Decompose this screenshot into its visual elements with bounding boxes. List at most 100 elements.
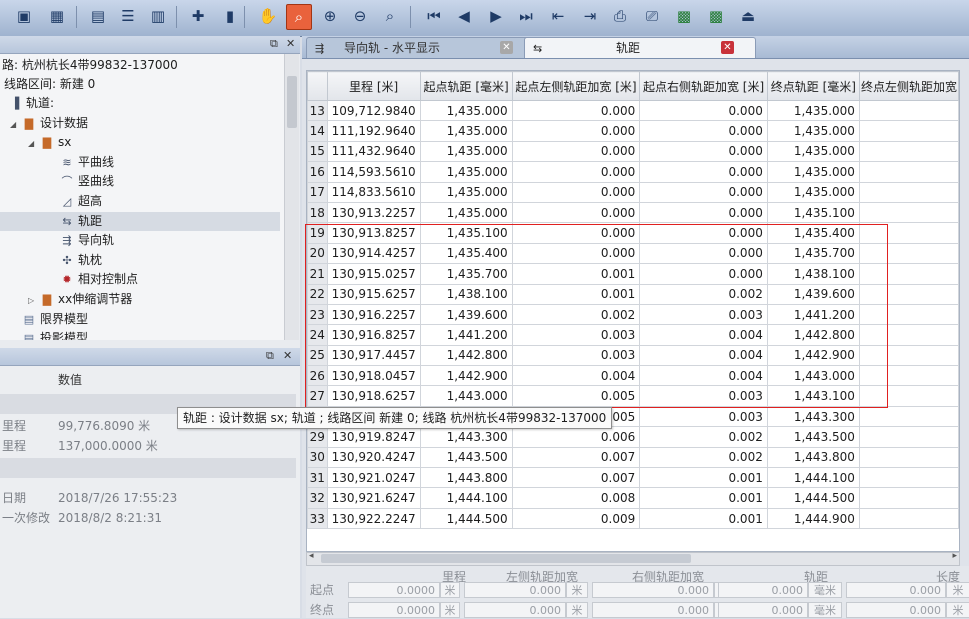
print-icon[interactable]: ⎙ <box>608 4 632 28</box>
table-row[interactable]: 18 130,913.2257 1,435.000 0.000 0.000 1,435.1… <box>307 201 959 224</box>
form-input-length[interactable]: 0.000 <box>846 602 946 618</box>
property-row[interactable]: 日期 2018/7/26 17:55:23 <box>0 488 296 508</box>
table-row[interactable]: 21 130,915.0257 1,435.700 0.001 0.000 1,438.1… <box>307 263 959 285</box>
tree-item[interactable]: ▷ ▇ xx伸缩调节器 <box>0 290 280 309</box>
table-cell[interactable]: 0.000 <box>511 181 641 203</box>
close-icon[interactable]: ✕ <box>500 41 513 54</box>
insert-row-icon[interactable]: ⇤ <box>546 4 570 28</box>
table-cell[interactable]: 130,916.8257 <box>326 324 421 346</box>
table-cell[interactable]: 0.003 <box>639 385 768 407</box>
table-cell[interactable]: 0.005 <box>511 385 641 407</box>
close-icon[interactable]: ✕ <box>286 37 295 50</box>
table-cell[interactable]: 0.000 <box>639 201 768 224</box>
table-cell[interactable]: 1,443.300 <box>419 426 513 448</box>
tree-item[interactable]: ◢ ▇ sx <box>0 133 280 152</box>
table-cell[interactable]: 0.000 <box>511 161 641 183</box>
prev-icon[interactable]: ◀ <box>452 4 476 28</box>
exit-icon[interactable]: ⏏ <box>736 4 760 28</box>
form-input-right[interactable]: 0.000 <box>592 582 714 598</box>
table-cell[interactable]: 114,833.5610 <box>326 181 421 203</box>
table-cell[interactable]: 0.000 <box>511 222 641 244</box>
table-cell[interactable]: 0.007 <box>511 446 641 469</box>
table-cell[interactable]: 1,443.800 <box>419 467 513 489</box>
property-row[interactable]: 一次修改 2018/8/2 8:21:31 <box>0 508 296 528</box>
table-cell[interactable]: 0.004 <box>639 365 768 387</box>
table-cell[interactable] <box>858 283 959 305</box>
table-cell[interactable]: 0.006 <box>511 426 641 448</box>
close-icon[interactable]: ✕ <box>283 349 292 362</box>
table-cell[interactable]: 1,435.000 <box>766 140 860 163</box>
table-cell[interactable]: 109,712.9840 <box>326 99 421 122</box>
table-cell[interactable]: 1,438.100 <box>766 263 860 285</box>
column-header[interactable]: 起点右侧轨距加宽 [米] <box>639 71 768 101</box>
form-input-gauge[interactable]: 0.000 <box>718 582 808 598</box>
tree-item[interactable]: ⌒ 竖曲线 <box>0 172 280 191</box>
column-header[interactable]: 里程 [米] <box>326 71 421 101</box>
table-cell[interactable]: 130,913.8257 <box>326 222 421 244</box>
next-icon[interactable]: ▶ <box>484 4 508 28</box>
table-cell[interactable]: 1,443.300 <box>766 405 860 428</box>
column-header[interactable]: 终点左侧轨距加宽 <box>858 71 959 101</box>
table-cell[interactable]: 0.007 <box>511 467 641 489</box>
table-cell[interactable]: 130,916.2257 <box>326 303 421 326</box>
table-cell[interactable]: 0.003 <box>511 344 641 367</box>
table-cell[interactable]: 1,435.000 <box>766 161 860 183</box>
window-icon[interactable]: ▤ <box>86 4 110 28</box>
zoom-fit-icon[interactable]: ⌕ <box>378 4 402 28</box>
form-input-mileage[interactable]: 0.0000 <box>348 602 440 618</box>
tab-gauge[interactable]: ⇆ 轨距 ✕ <box>524 37 756 58</box>
table-cell[interactable]: 1,441.200 <box>419 324 513 346</box>
table-cell[interactable] <box>858 181 959 203</box>
table-cell[interactable] <box>858 426 959 448</box>
table-cell[interactable]: 0.001 <box>639 507 768 530</box>
table-cell[interactable]: 0.000 <box>639 140 768 163</box>
table-cell[interactable]: 0.000 <box>511 99 641 122</box>
tree-item[interactable]: ◿ 超高 <box>0 192 280 211</box>
table-cell[interactable]: 1,439.600 <box>766 283 860 305</box>
column-header[interactable]: 起点左侧轨距加宽 [米] <box>511 71 641 101</box>
table-row[interactable]: 15 111,432.9640 1,435.000 0.000 0.000 1,435.0… <box>307 140 959 163</box>
grid-save-icon[interactable]: ▦ <box>45 4 69 28</box>
form-input-mileage[interactable]: 0.0000 <box>348 582 440 598</box>
table-cell[interactable]: 1,442.900 <box>419 365 513 387</box>
table-cell[interactable] <box>858 385 959 407</box>
table-row[interactable]: 16 114,593.5610 1,435.000 0.000 0.000 1,435.0… <box>307 161 959 183</box>
property-row[interactable]: 里程 137,000.0000 米 <box>0 436 296 456</box>
table-cell[interactable]: 0.001 <box>511 263 641 285</box>
table-cell[interactable]: 0.001 <box>511 283 641 305</box>
table-cell[interactable]: 0.002 <box>511 303 641 326</box>
table-cell[interactable] <box>858 507 959 530</box>
table-cell[interactable]: 1,435.400 <box>766 222 860 244</box>
table-cell[interactable]: 1,435.000 <box>419 201 513 224</box>
table-cell[interactable]: 0.000 <box>511 242 641 265</box>
print-preview-icon[interactable]: ⎚ <box>640 4 664 28</box>
first-icon[interactable]: ⏮ <box>422 4 446 28</box>
close-icon[interactable]: ✕ <box>721 41 734 54</box>
table-cell[interactable]: 0.003 <box>639 405 768 428</box>
table-cell[interactable]: 1,435.000 <box>419 99 513 122</box>
expand-toggle-icon[interactable]: ◢ <box>28 134 40 153</box>
scroll-right-icon[interactable]: ▸ <box>952 551 957 561</box>
table-cell[interactable]: 1,435.000 <box>419 140 513 163</box>
table-cell[interactable]: 0.003 <box>639 303 768 326</box>
table-row[interactable]: 24 130,916.8257 1,441.200 0.003 0.004 1,442.8… <box>307 324 959 346</box>
form-input-left[interactable]: 0.000 <box>464 602 566 618</box>
table-cell[interactable]: 0.000 <box>511 140 641 163</box>
table-cell[interactable] <box>858 365 959 387</box>
table-cell[interactable]: 1,444.100 <box>766 467 860 489</box>
table-cell[interactable]: 114,593.5610 <box>326 161 421 183</box>
pin-icon[interactable]: ⧉ <box>266 349 274 363</box>
delete-icon[interactable]: ▮ <box>218 4 242 28</box>
table-cell[interactable] <box>858 161 959 183</box>
table-cell[interactable]: 130,919.8247 <box>326 426 421 448</box>
table-cell[interactable]: 0.002 <box>639 283 768 305</box>
table-cell[interactable]: 1,435.100 <box>419 222 513 244</box>
table-cell[interactable]: 130,914.4257 <box>326 242 421 265</box>
table-cell[interactable]: 1,444.500 <box>419 507 513 530</box>
table-row[interactable]: 13 109,712.9840 1,435.000 0.000 0.000 1,435.0… <box>307 99 959 122</box>
tree-item[interactable]: ≋ 平曲线 <box>0 153 280 172</box>
table-cell[interactable]: 1,435.000 <box>766 99 860 122</box>
table-row[interactable]: 25 130,917.4457 1,442.800 0.003 0.004 1,442.9… <box>307 344 959 367</box>
table-cell[interactable]: 130,922.2247 <box>326 507 421 530</box>
table-cell[interactable]: 130,915.6257 <box>326 283 421 305</box>
